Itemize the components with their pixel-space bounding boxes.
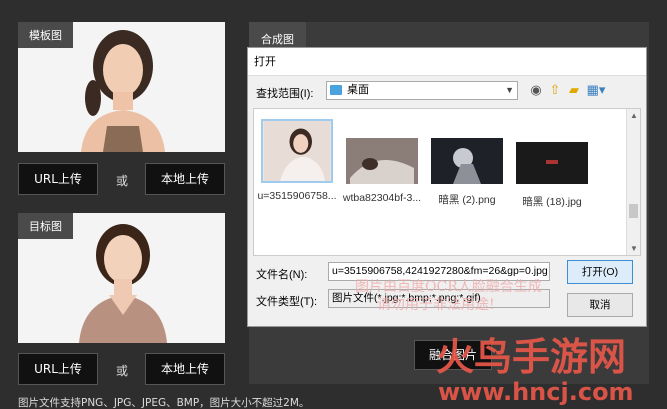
file-name: 暗黑 (2).png — [438, 194, 496, 206]
target-url-upload-button[interactable]: URL上传 — [18, 353, 98, 385]
look-in-value: 桌面 — [347, 84, 369, 96]
filename-label: 文件名(N): — [256, 269, 308, 281]
template-panel-tab: 模板图 — [18, 22, 73, 48]
template-local-upload-button[interactable]: 本地上传 — [145, 163, 225, 195]
file-thumbnail — [346, 138, 418, 184]
file-name: u=3515906758... — [257, 190, 337, 202]
file-item[interactable]: 暗黑 (18).jpg — [512, 139, 592, 209]
file-list[interactable]: u=3515906758... wtba82304bf-3... 暗黑 (2).… — [253, 108, 641, 256]
target-photo — [79, 224, 167, 343]
file-item[interactable]: wtba82304bf-3... — [342, 137, 422, 204]
file-format-note: 图片文件支持PNG、JPG、JPEG、BMP，图片大小不超过2M。 — [18, 397, 310, 409]
view-menu-icon[interactable]: ▦▾ — [585, 82, 607, 98]
svg-text:www.hncj.com: www.hncj.com — [438, 378, 634, 406]
chevron-down-icon: ▼ — [505, 85, 514, 95]
template-url-upload-button[interactable]: URL上传 — [18, 163, 98, 195]
file-name: 暗黑 (18).jpg — [522, 196, 582, 208]
new-folder-icon[interactable]: ▰ — [566, 82, 582, 98]
target-or-text: 或 — [116, 364, 129, 378]
template-image-panel: 模板图 — [18, 22, 225, 152]
svg-text:火鸟手游网: 火鸟手游网 — [436, 335, 626, 379]
up-folder-icon[interactable]: ⇧ — [547, 82, 563, 98]
template-photo — [81, 30, 165, 152]
file-item[interactable]: 暗黑 (2).png — [427, 137, 507, 207]
scroll-up-icon[interactable]: ▲ — [627, 111, 640, 120]
folder-icon — [330, 85, 342, 95]
dialog-title: 打开 — [248, 48, 646, 76]
open-button[interactable]: 打开(O) — [567, 260, 633, 284]
watermark-line-2: 请勿用于非法用途! — [377, 297, 495, 313]
file-thumbnail — [261, 119, 333, 183]
look-in-dropdown[interactable]: 桌面 ▼ — [326, 81, 518, 100]
template-or-text: 或 — [116, 174, 129, 188]
target-image-panel: 目标图 — [18, 213, 225, 343]
file-thumbnail — [431, 138, 503, 184]
back-icon[interactable]: ◉ — [528, 82, 544, 98]
cancel-button[interactable]: 取消 — [567, 293, 633, 317]
file-thumbnail — [516, 142, 588, 184]
site-logo: 火鸟手游网 www.hncj.com — [436, 335, 634, 406]
file-name: wtba82304bf-3... — [342, 192, 422, 204]
look-in-label: 查找范围(I): — [256, 88, 314, 100]
watermark-line-1: 图片由百度OCR人脸融合生成 — [355, 279, 542, 295]
target-panel-tab: 目标图 — [18, 213, 73, 239]
filetype-label: 文件类型(T): — [256, 296, 318, 308]
file-item[interactable]: u=3515906758... — [257, 119, 337, 202]
target-local-upload-button[interactable]: 本地上传 — [145, 353, 225, 385]
scrollbar-thumb[interactable] — [629, 204, 638, 218]
vertical-scrollbar[interactable]: ▲ ▼ — [626, 109, 640, 255]
scroll-down-icon[interactable]: ▼ — [627, 244, 640, 253]
